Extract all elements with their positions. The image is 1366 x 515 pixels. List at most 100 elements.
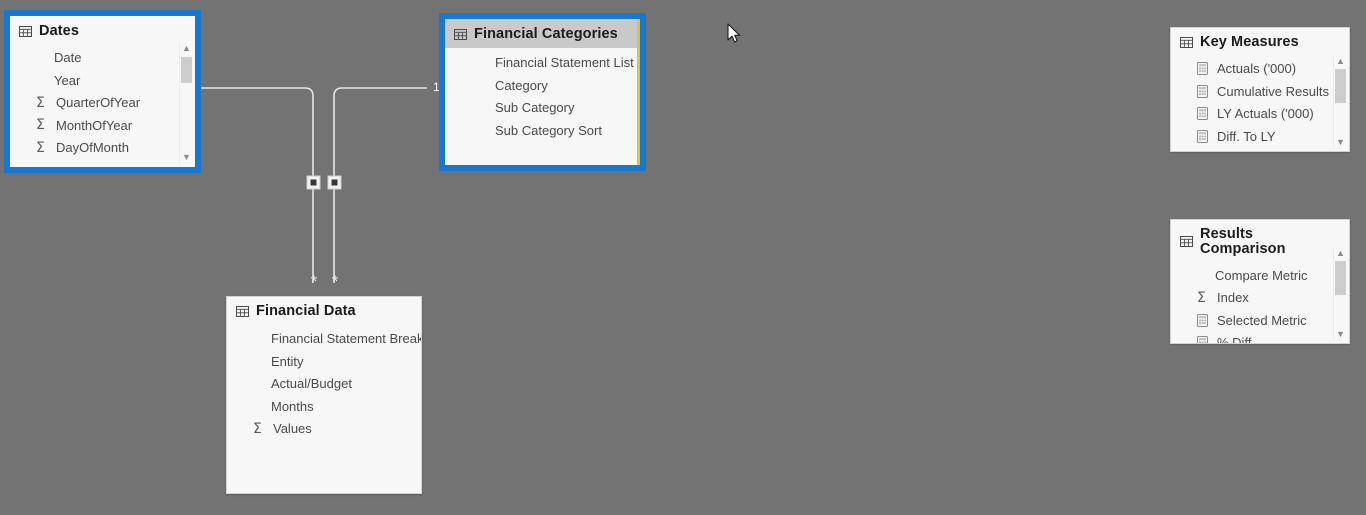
table-title: Financial Data — [256, 303, 356, 319]
field-label: Months — [271, 398, 314, 414]
field-label: Date — [54, 50, 82, 66]
relationship-line-categories-financialdata — [333, 87, 427, 283]
field-label: Values — [273, 421, 312, 437]
table-card-financial-data[interactable]: Financial Data Financial Statement Break… — [226, 296, 422, 494]
table-header-financial-data[interactable]: Financial Data — [227, 297, 421, 325]
field-row[interactable]: Selected Metric — [1171, 309, 1349, 332]
table-grid-icon — [454, 28, 467, 40]
field-label: Selected Metric — [1217, 312, 1307, 328]
scrollbar-thumb[interactable] — [181, 57, 192, 83]
table-header-financial-categories[interactable]: Financial Categories — [445, 19, 640, 48]
field-row[interactable]: Sub Category Sort — [445, 119, 640, 142]
field-label: Financial Statement Breakd — [271, 331, 422, 347]
scroll-down-icon[interactable]: ▼ — [180, 151, 193, 164]
field-row[interactable]: Financial Statement Breakd — [227, 328, 421, 351]
field-list-dates: Date Year Σ QuarterOfYear Σ MonthOfYear … — [10, 45, 195, 160]
field-label: Index — [1217, 290, 1249, 306]
field-label: Actuals ('000) — [1217, 61, 1297, 77]
measure-icon — [1197, 84, 1215, 98]
vertical-scrollbar[interactable]: ▲ ▼ — [179, 42, 193, 164]
field-row[interactable]: Compare Metric — [1171, 264, 1349, 287]
table-card-financial-categories-body: Financial Categories Financial Statement… — [445, 19, 640, 165]
cardinality-marker-one-dates — [306, 175, 321, 190]
sigma-icon: Σ — [253, 420, 262, 437]
field-row[interactable]: Σ DayOfMonth — [10, 137, 195, 160]
measure-icon — [1197, 107, 1215, 121]
table-grid-icon — [1180, 236, 1193, 247]
measure-icon — [1197, 313, 1215, 327]
field-label: Diff. To LY — [1217, 128, 1276, 144]
field-row[interactable]: Σ MonthOfYear — [10, 114, 195, 137]
field-label: Entity — [271, 353, 304, 369]
field-row[interactable]: Financial Statement List — [445, 52, 640, 75]
field-row[interactable]: Date — [10, 47, 195, 70]
table-card-dates[interactable]: Dates Date Year Σ QuarterOfYear Σ MonthO… — [4, 10, 201, 173]
scroll-up-icon[interactable]: ▲ — [1334, 55, 1347, 68]
vertical-scrollbar[interactable]: ▲ ▼ — [1333, 247, 1347, 341]
field-row[interactable]: % Diff — [1171, 332, 1349, 343]
field-list-results-comparison: Compare Metric Σ Index Selected Metric %… — [1171, 262, 1349, 343]
field-row[interactable]: Entity — [227, 350, 421, 373]
model-view-canvas[interactable]: * * 1 Dates Date Year Σ QuarterOfYear Σ … — [0, 0, 1366, 515]
field-label: Year — [54, 72, 81, 88]
field-label: Financial Statement List — [495, 55, 634, 71]
relationship-lines-layer — [201, 87, 427, 283]
table-header-dates[interactable]: Dates — [10, 16, 195, 45]
field-label: % Diff. to LY — [1215, 151, 1288, 152]
field-row[interactable]: Σ Values — [227, 418, 421, 441]
field-label: QuarterOfYear — [56, 95, 141, 111]
relationship-line-dates-financialdata — [201, 87, 314, 283]
table-grid-icon — [1180, 36, 1193, 48]
field-label: Sub Category Sort — [495, 122, 602, 138]
table-card-key-measures[interactable]: Key Measures Actuals ('000) Cumulative R… — [1170, 27, 1350, 152]
scrollbar-thumb[interactable] — [1335, 69, 1346, 103]
scroll-up-icon[interactable]: ▲ — [1334, 247, 1347, 260]
field-row-clipped[interactable]: % Diff. to LY — [1171, 148, 1349, 152]
field-label: Category — [495, 77, 548, 93]
measure-icon — [1197, 129, 1215, 143]
scrollbar-thumb[interactable] — [1335, 261, 1346, 295]
field-label: Cumulative Results — [1217, 83, 1329, 99]
sigma-icon: Σ — [1197, 289, 1206, 306]
table-grid-icon — [236, 305, 249, 317]
cardinality-marker-one-categories — [327, 175, 342, 190]
table-title: Results Comparison — [1200, 226, 1286, 257]
table-card-financial-categories[interactable]: Financial Categories Financial Statement… — [439, 13, 646, 171]
cardinality-marker-many-categories: * — [331, 272, 339, 291]
sigma-icon: Σ — [36, 139, 45, 156]
field-label: Actual/Budget — [271, 376, 352, 392]
table-card-dates-body: Dates Date Year Σ QuarterOfYear Σ MonthO… — [10, 16, 195, 167]
table-grid-icon — [19, 25, 32, 37]
field-row[interactable]: Σ Index — [1171, 287, 1349, 310]
field-list-financial-data: Financial Statement Breakd Entity Actual… — [227, 325, 421, 441]
field-row[interactable]: Diff. To LY — [1171, 125, 1349, 148]
field-label: DayOfMonth — [56, 140, 129, 156]
cardinality-marker-many-dates: * — [310, 272, 318, 291]
table-header-key-measures[interactable]: Key Measures — [1171, 28, 1349, 56]
table-title: Financial Categories — [474, 26, 618, 42]
sigma-icon: Σ — [36, 94, 45, 111]
field-row[interactable]: Actual/Budget — [227, 373, 421, 396]
field-label: MonthOfYear — [56, 117, 133, 133]
scroll-down-icon[interactable]: ▼ — [1334, 328, 1347, 341]
arrow-cursor — [727, 23, 741, 43]
field-row[interactable]: Actuals ('000) — [1171, 58, 1349, 81]
field-row[interactable]: Year — [10, 69, 195, 92]
field-row[interactable]: Sub Category — [445, 97, 640, 120]
table-card-results-comparison[interactable]: Results Comparison Compare Metric Σ Inde… — [1170, 219, 1350, 344]
sigma-icon: Σ — [36, 117, 45, 134]
field-row[interactable]: Category — [445, 74, 640, 97]
field-label: Compare Metric — [1215, 267, 1308, 283]
scroll-down-icon[interactable]: ▼ — [1334, 136, 1347, 149]
field-row[interactable]: Cumulative Results — [1171, 80, 1349, 103]
table-header-results-comparison[interactable]: Results Comparison — [1171, 220, 1349, 262]
measure-icon — [1197, 62, 1215, 76]
field-row[interactable]: Months — [227, 395, 421, 418]
vertical-scrollbar[interactable]: ▲ ▼ — [1333, 55, 1347, 149]
measure-icon — [1197, 336, 1215, 343]
scroll-up-icon[interactable]: ▲ — [180, 42, 193, 55]
field-row[interactable]: Σ QuarterOfYear — [10, 92, 195, 115]
field-row[interactable]: LY Actuals ('000) — [1171, 103, 1349, 126]
table-title: Dates — [39, 23, 79, 39]
field-label: Sub Category — [495, 100, 575, 116]
